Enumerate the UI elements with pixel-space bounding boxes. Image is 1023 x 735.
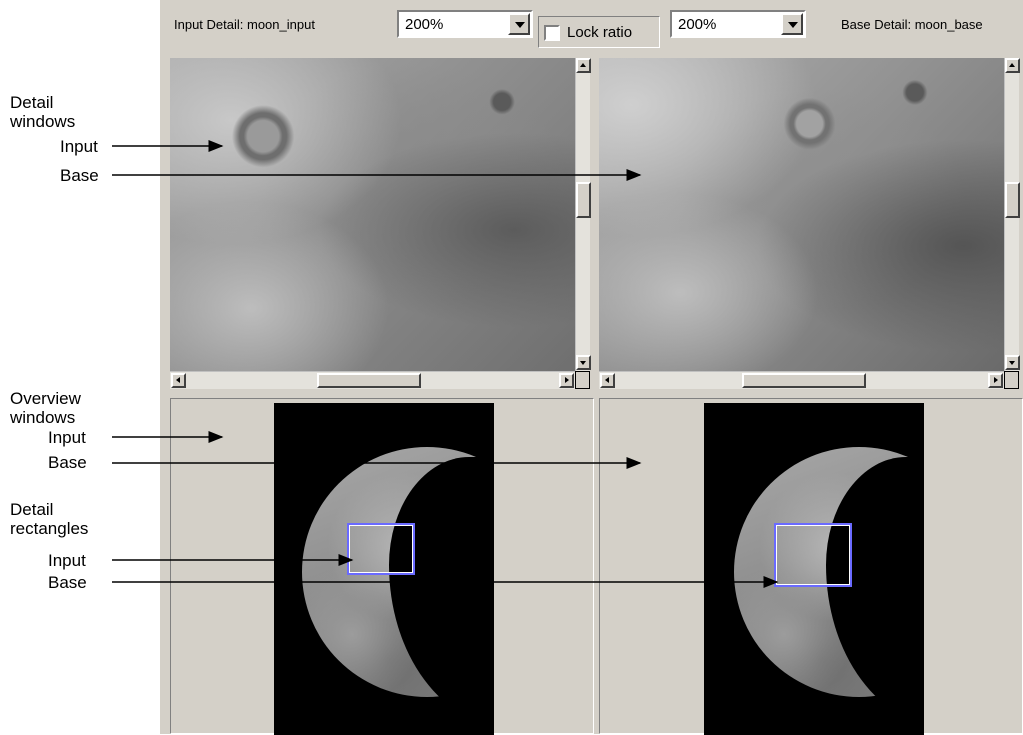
- arrow-down-icon[interactable]: [576, 355, 591, 370]
- lock-ratio-frame: Lock ratio: [538, 16, 660, 48]
- arrow-right-icon[interactable]: [559, 373, 574, 388]
- base-detail-label: Base Detail: moon_base: [841, 17, 983, 32]
- input-overview-image[interactable]: [274, 403, 494, 735]
- annotation-overview-windows-title: Overview windows: [10, 389, 81, 427]
- base-detail-image[interactable]: [599, 58, 1004, 371]
- input-zoom-select[interactable]: 200%: [397, 10, 533, 38]
- input-hscroll-thumb[interactable]: [317, 373, 421, 388]
- annotation-overview-input: Input: [48, 428, 86, 447]
- annotation-detail-rectangles: Detail rectangles: [10, 500, 110, 538]
- annotation-rect-base: Base: [48, 573, 87, 592]
- base-vscroll-thumb[interactable]: [1005, 182, 1020, 218]
- arrow-left-icon[interactable]: [171, 373, 186, 388]
- lock-ratio-label: Lock ratio: [567, 24, 633, 41]
- base-detail-window[interactable]: [599, 58, 1020, 392]
- input-detail-rectangle[interactable]: [347, 523, 415, 575]
- scroll-corner: [1004, 371, 1019, 389]
- toolbar: Input Detail: moon_input 200% Lock ratio…: [160, 0, 1023, 56]
- input-overview-window[interactable]: [170, 398, 594, 735]
- arrow-down-icon[interactable]: [1005, 355, 1020, 370]
- chevron-down-icon[interactable]: [781, 13, 803, 35]
- base-hscroll-thumb[interactable]: [742, 373, 866, 388]
- lock-ratio-checkbox[interactable]: [544, 25, 560, 41]
- base-zoom-value: 200%: [678, 16, 717, 33]
- chevron-down-icon[interactable]: [508, 13, 530, 35]
- annotation-overview-base: Base: [48, 453, 87, 472]
- base-detail-rectangle[interactable]: [774, 523, 852, 587]
- arrow-right-icon[interactable]: [988, 373, 1003, 388]
- input-vscroll-thumb[interactable]: [576, 182, 591, 218]
- base-detail-hscrollbar[interactable]: [599, 371, 1004, 389]
- annotation-detail-windows: Detail windows: [10, 93, 110, 131]
- base-overview-window[interactable]: [599, 398, 1023, 735]
- input-detail-image[interactable]: [170, 58, 575, 371]
- scroll-corner: [575, 371, 590, 389]
- input-detail-label: Input Detail: moon_input: [174, 17, 315, 32]
- annotation-detail-rectangles-title: Detail rectangles: [10, 500, 89, 538]
- arrow-up-icon[interactable]: [1005, 58, 1020, 73]
- arrow-up-icon[interactable]: [576, 58, 591, 73]
- input-detail-window[interactable]: [170, 58, 591, 392]
- arrow-left-icon[interactable]: [600, 373, 615, 388]
- input-detail-hscrollbar[interactable]: [170, 371, 575, 389]
- annotation-overview-windows: Overview windows: [10, 389, 110, 427]
- image-tool-window: Input Detail: moon_input 200% Lock ratio…: [160, 0, 1023, 735]
- base-overview-image[interactable]: [704, 403, 924, 735]
- input-zoom-value: 200%: [405, 16, 444, 33]
- base-zoom-select[interactable]: 200%: [670, 10, 806, 38]
- input-detail-vscrollbar[interactable]: [575, 58, 591, 371]
- annotation-detail-input: Input: [60, 137, 98, 156]
- annotation-detail-windows-title: Detail windows: [10, 93, 76, 131]
- annotation-rect-input: Input: [48, 551, 86, 570]
- annotation-detail-base: Base: [60, 166, 99, 185]
- base-detail-vscrollbar[interactable]: [1004, 58, 1020, 371]
